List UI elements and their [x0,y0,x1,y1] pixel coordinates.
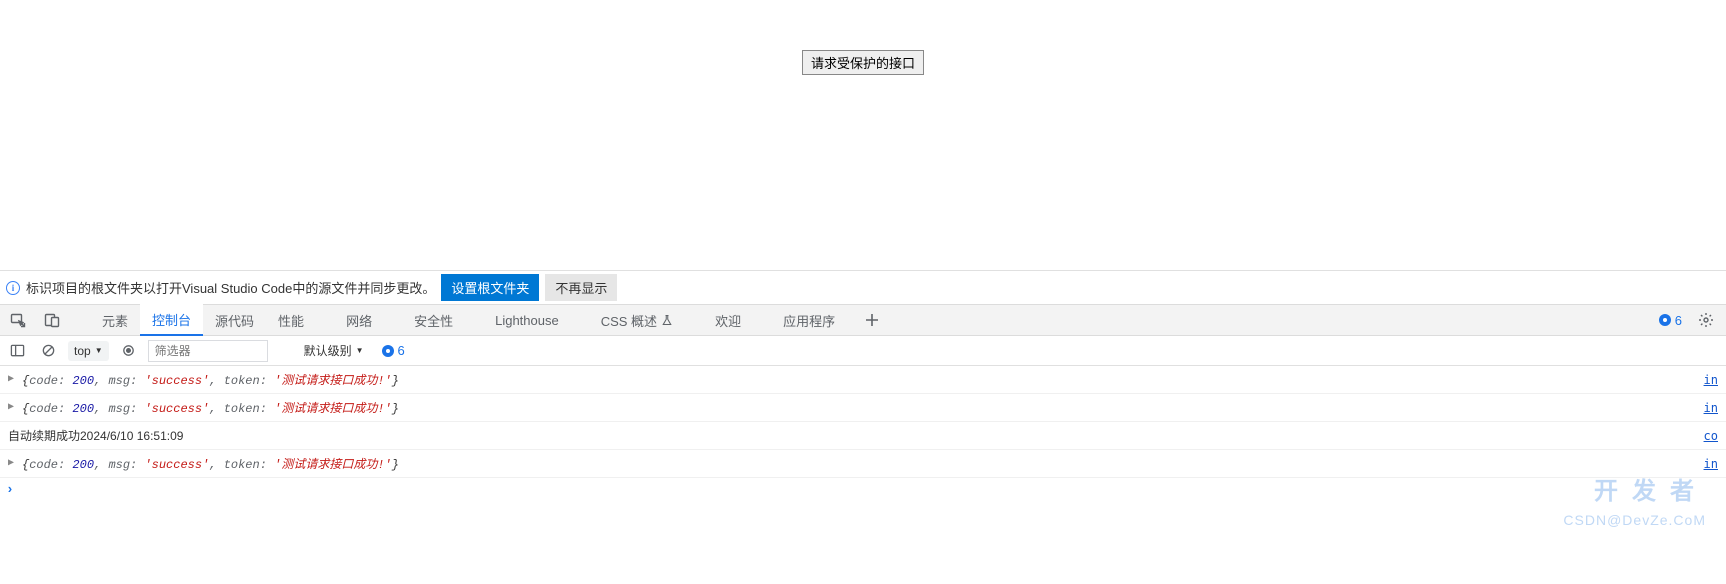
tab-elements[interactable]: 元素 [90,304,140,336]
source-link[interactable]: in [1684,401,1718,415]
toolbar-issues-badge[interactable]: 6 [382,343,405,358]
add-tab-icon[interactable] [859,307,885,333]
chevron-down-icon: ▼ [95,346,103,355]
console-log-row[interactable]: ▶ {code: 200, msg: 'success', token: '测试… [0,366,1726,394]
tab-network[interactable]: 网络 [334,304,384,336]
set-root-folder-button[interactable]: 设置根文件夹 [441,274,539,301]
source-link[interactable]: in [1684,457,1718,471]
dont-show-again-button[interactable]: 不再显示 [545,274,617,301]
settings-icon[interactable] [1692,306,1720,334]
tab-console[interactable]: 控制台 [140,304,203,336]
tab-application[interactable]: 应用程序 [771,304,847,336]
console-log-row[interactable]: 自动续期成功2024/6/10 16:51:09 co [0,422,1726,450]
device-toolbar-icon[interactable] [38,306,66,334]
console-plain-message: 自动续期成功2024/6/10 16:51:09 [8,427,183,444]
expand-icon[interactable]: ▶ [8,373,14,385]
inspect-element-icon[interactable] [4,306,32,334]
toggle-sidebar-icon[interactable] [6,339,29,362]
devtools-tab-bar: 元素 控制台 源代码 性能 网络 安全性 Lighthouse CSS 概述 欢… [0,304,1726,336]
console-log-row[interactable]: ▶ {code: 200, msg: 'success', token: '测试… [0,394,1726,422]
source-link[interactable]: in [1684,373,1718,387]
issues-dot-icon [382,345,394,357]
execution-context-select[interactable]: top ▼ [68,341,109,361]
console-log-row[interactable]: ▶ {code: 200, msg: 'success', token: '测试… [0,450,1726,478]
tab-performance[interactable]: 性能 [266,304,316,336]
tab-lighthouse[interactable]: Lighthouse [483,304,571,336]
tab-security[interactable]: 安全性 [402,304,465,336]
issues-count-badge[interactable]: 6 [1659,313,1682,328]
request-protected-api-button[interactable]: 请求受保护的接口 [802,50,924,75]
vscode-root-folder-info-bar: i 标识项目的根文件夹以打开Visual Studio Code中的源文件并同步… [0,270,1726,304]
console-input-prompt[interactable]: › [0,478,1726,501]
chevron-down-icon: ▼ [356,346,364,355]
expand-icon[interactable]: ▶ [8,457,14,469]
tab-css-overview[interactable]: CSS 概述 [589,304,685,336]
tab-welcome[interactable]: 欢迎 [703,304,753,336]
issues-dot-icon [1659,314,1671,326]
web-page-area: 请求受保护的接口 [0,0,1726,270]
clear-console-icon[interactable] [37,339,60,362]
info-bar-message: 标识项目的根文件夹以打开Visual Studio Code中的源文件并同步更改… [26,278,435,297]
console-toolbar: top ▼ 默认级别 ▼ 6 [0,336,1726,366]
prompt-chevron-icon: › [6,482,20,497]
console-filter-input[interactable] [148,340,268,362]
live-expression-icon[interactable] [117,339,140,362]
tab-sources[interactable]: 源代码 [203,304,266,336]
console-output: ▶ {code: 200, msg: 'success', token: '测试… [0,366,1726,584]
log-level-select[interactable]: 默认级别 ▼ [304,342,364,359]
flask-icon [661,314,673,326]
expand-icon[interactable]: ▶ [8,401,14,413]
source-link[interactable]: co [1684,429,1718,443]
info-icon: i [6,281,20,295]
